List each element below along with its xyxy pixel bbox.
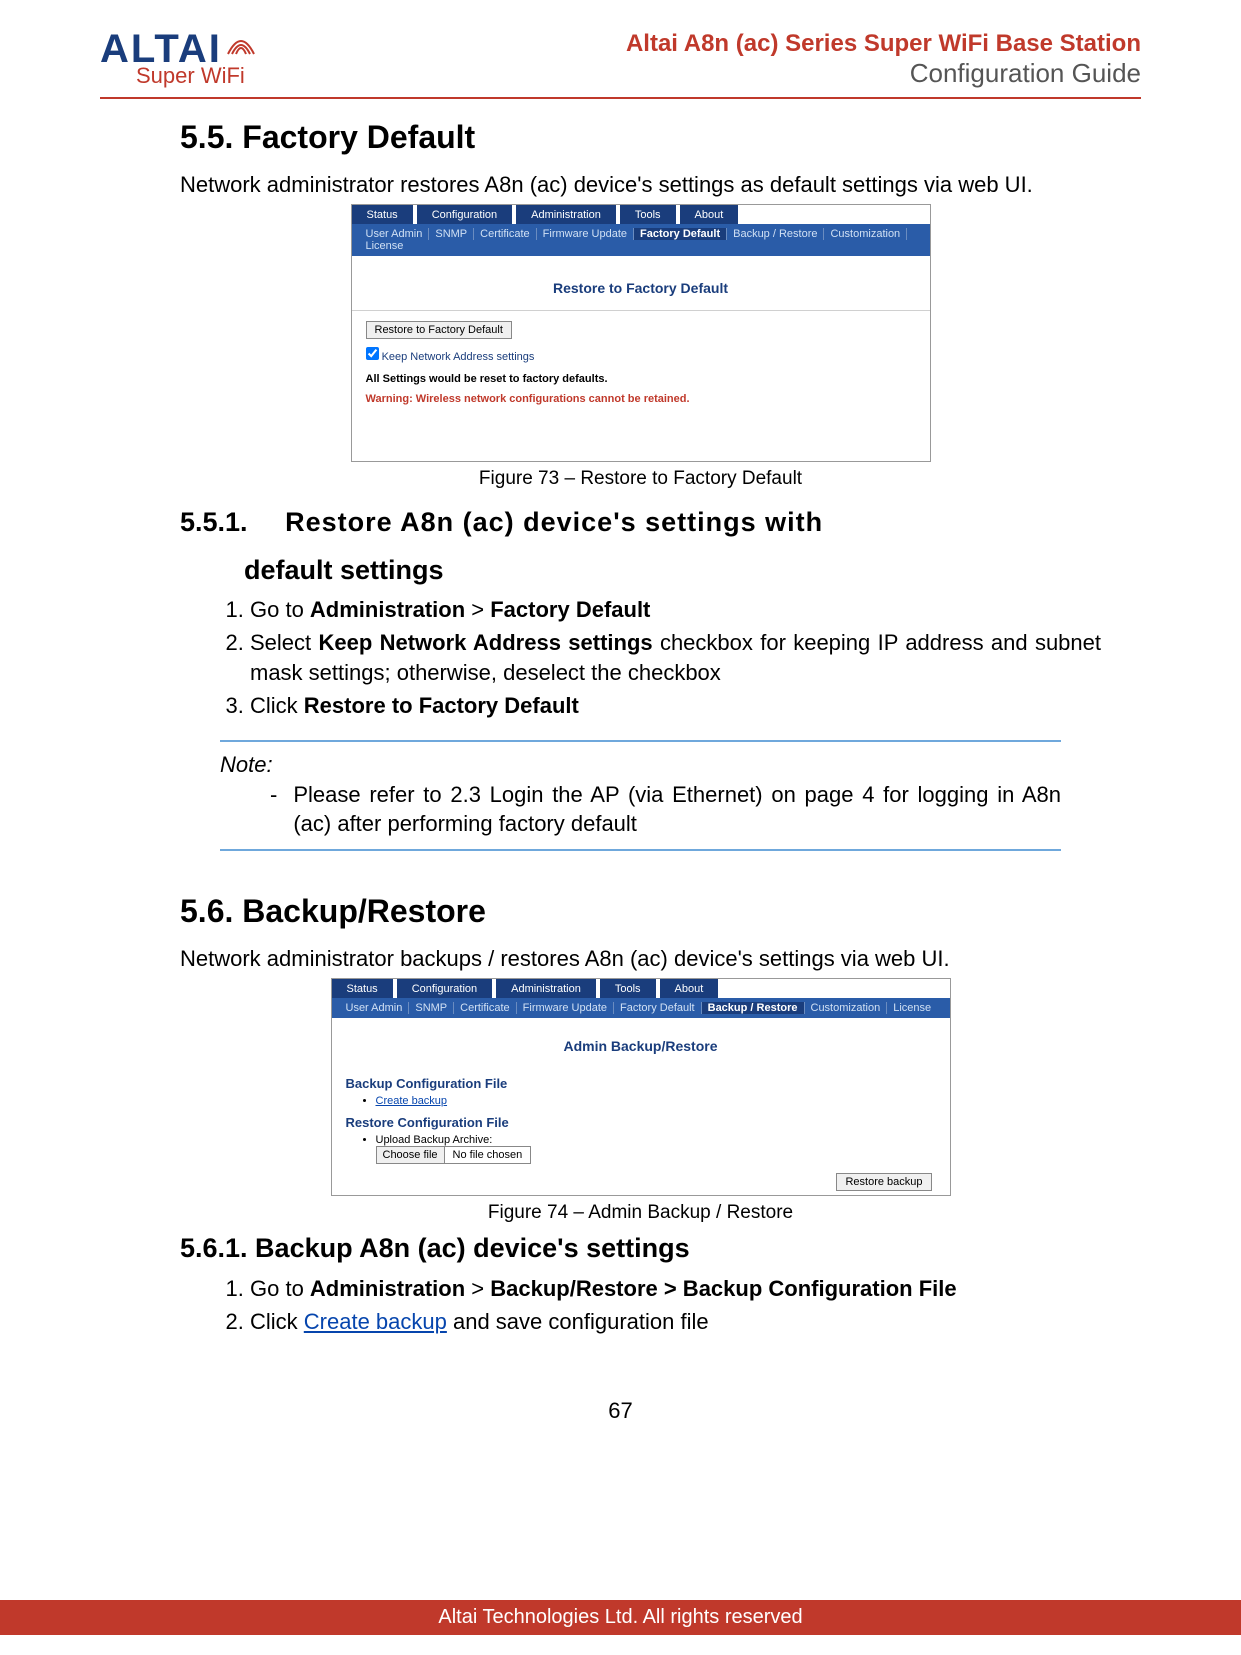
create-backup-body-link[interactable]: Create backup	[304, 1309, 447, 1334]
wifi-icon	[226, 27, 256, 63]
intro-5-6: Network administrator backups / restores…	[180, 944, 1101, 974]
fig73-reset-note: All Settings would be reset to factory d…	[366, 373, 916, 385]
heading-5-6: 5.6. Backup/Restore	[180, 893, 1101, 930]
subtab-firmware[interactable]: Firmware Update	[537, 228, 634, 240]
restore-factory-default-button[interactable]: Restore to Factory Default	[366, 321, 512, 339]
figure-73-caption: Figure 73 – Restore to Factory Default	[180, 468, 1101, 490]
subtab-factory-default[interactable]: Factory Default	[634, 228, 727, 240]
tab-administration[interactable]: Administration	[516, 205, 616, 224]
choose-file-button[interactable]: Choose file	[377, 1147, 445, 1163]
note-block-551: Note: - Please refer to 2.3 Login the AP…	[220, 740, 1061, 851]
step-551-1: Go to Administration > Factory Default	[250, 595, 1101, 626]
subtab-user-admin[interactable]: User Admin	[360, 228, 430, 240]
page-header: ALTAI Super WiFi Altai A8n (ac) Series S…	[100, 30, 1141, 99]
fig73-main-tabs: Status Configuration Administration Tool…	[352, 205, 930, 224]
tab-status[interactable]: Status	[352, 205, 413, 224]
page-content: 5.5. Factory Default Network administrat…	[100, 119, 1141, 1338]
figure-74-screenshot: Status Configuration Administration Tool…	[331, 978, 951, 1196]
steps-5-5-1: Go to Administration > Factory Default S…	[250, 595, 1101, 722]
subtab-backup-restore-74[interactable]: Backup / Restore	[702, 1002, 805, 1014]
backup-section-label: Backup Configuration File	[346, 1076, 936, 1091]
heading-5-6-1: 5.6.1. Backup A8n (ac) device's settings	[180, 1232, 1101, 1264]
fig74-panel-title: Admin Backup/Restore	[332, 1028, 950, 1064]
fig74-main-tabs: Status Configuration Administration Tool…	[332, 979, 950, 998]
step-561-2: Click Create backup and save configurati…	[250, 1307, 1101, 1338]
subtab-user-admin-74[interactable]: User Admin	[340, 1002, 410, 1014]
fig73-sub-tabs: User Admin SNMP Certificate Firmware Upd…	[352, 224, 930, 256]
doc-title-line2: Configuration Guide	[626, 58, 1141, 89]
heading-5-5-1-text2: default settings	[244, 546, 444, 595]
upload-row: Upload Backup Archive: Choose file No fi…	[376, 1134, 936, 1164]
logo: ALTAI Super WiFi	[100, 31, 258, 89]
subtab-snmp-74[interactable]: SNMP	[409, 1002, 454, 1014]
subtab-backup-restore[interactable]: Backup / Restore	[727, 228, 824, 240]
step-551-3: Click Restore to Factory Default	[250, 691, 1101, 722]
header-titles: Altai A8n (ac) Series Super WiFi Base St…	[626, 30, 1141, 89]
fig74-sub-tabs: User Admin SNMP Certificate Firmware Upd…	[332, 998, 950, 1018]
tab-status-74[interactable]: Status	[332, 979, 393, 998]
tab-about[interactable]: About	[680, 205, 739, 224]
subtab-customization[interactable]: Customization	[824, 228, 907, 240]
intro-5-5: Network administrator restores A8n (ac) …	[180, 170, 1101, 200]
logo-text: ALTAI	[100, 31, 222, 67]
tab-about-74[interactable]: About	[660, 979, 719, 998]
tab-administration-74[interactable]: Administration	[496, 979, 596, 998]
doc-title-line1: Altai A8n (ac) Series Super WiFi Base St…	[626, 30, 1141, 58]
tab-tools[interactable]: Tools	[620, 205, 676, 224]
chosen-filename: No file chosen	[445, 1147, 531, 1163]
fig73-panel-title: Restore to Factory Default	[352, 266, 930, 311]
note-text: Please refer to 2.3 Login the AP (via Et…	[293, 780, 1061, 839]
steps-5-6-1: Go to Administration > Backup/Restore > …	[250, 1274, 1101, 1338]
step-551-2: Select Keep Network Address settings che…	[250, 628, 1101, 690]
upload-label: Upload Backup Archive:	[376, 1134, 493, 1146]
subtab-certificate[interactable]: Certificate	[474, 228, 537, 240]
logo-subtitle: Super WiFi	[136, 63, 258, 89]
restore-backup-button[interactable]: Restore backup	[836, 1173, 931, 1191]
restore-section-label: Restore Configuration File	[346, 1115, 936, 1130]
keep-network-address-checkbox[interactable]	[366, 347, 379, 360]
figure-74-caption: Figure 74 – Admin Backup / Restore	[180, 1202, 1101, 1224]
subtab-factory-default-74[interactable]: Factory Default	[614, 1002, 702, 1014]
tab-tools-74[interactable]: Tools	[600, 979, 656, 998]
page-number: 67	[100, 1398, 1141, 1424]
fig73-warning: Warning: Wireless network configurations…	[366, 393, 916, 405]
tab-configuration-74[interactable]: Configuration	[397, 979, 492, 998]
footer-bar: Altai Technologies Ltd. All rights reser…	[0, 1600, 1241, 1635]
subtab-certificate-74[interactable]: Certificate	[454, 1002, 517, 1014]
logo-main: ALTAI	[100, 31, 258, 67]
figure-73-screenshot: Status Configuration Administration Tool…	[351, 204, 931, 462]
heading-5-5: 5.5. Factory Default	[180, 119, 1101, 156]
subtab-license[interactable]: License	[360, 240, 410, 252]
keep-network-address-label: Keep Network Address settings	[382, 351, 535, 363]
subtab-license-74[interactable]: License	[887, 1002, 937, 1014]
heading-5-5-1: 5.5.1. Restore A8n (ac) device's setting…	[180, 498, 1101, 595]
note-dash-icon: -	[270, 780, 277, 839]
heading-5-5-1-text1: Restore A8n (ac) device's settings with	[285, 507, 823, 537]
tab-configuration[interactable]: Configuration	[417, 205, 512, 224]
note-label: Note:	[220, 750, 1061, 780]
file-chooser[interactable]: Choose file No file chosen	[376, 1146, 532, 1164]
subtab-firmware-74[interactable]: Firmware Update	[517, 1002, 614, 1014]
heading-5-5-1-num: 5.5.1.	[180, 507, 248, 537]
create-backup-link[interactable]: Create backup	[376, 1095, 448, 1107]
subtab-customization-74[interactable]: Customization	[805, 1002, 888, 1014]
subtab-snmp[interactable]: SNMP	[429, 228, 474, 240]
step-561-1: Go to Administration > Backup/Restore > …	[250, 1274, 1101, 1305]
